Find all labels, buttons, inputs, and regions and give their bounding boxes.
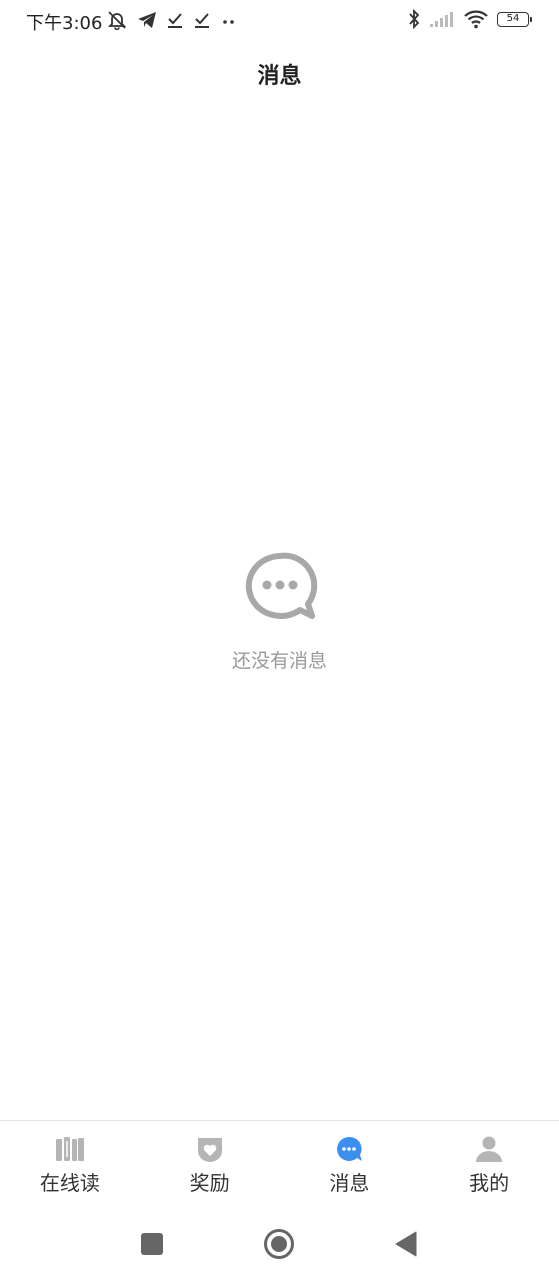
- user-icon: [474, 1135, 504, 1163]
- check-icon: [166, 11, 184, 29]
- bottom-tab-bar: 在线读 奖励 消息 我的: [0, 1120, 559, 1207]
- page-title: 消息: [257, 64, 302, 89]
- mute-bell-icon: [106, 10, 128, 30]
- signal-icon: [429, 10, 455, 28]
- status-notification-icons: [106, 10, 238, 30]
- tab-label: 我的: [469, 1171, 510, 1195]
- tab-rewards[interactable]: 奖励: [140, 1121, 280, 1207]
- books-icon: [55, 1135, 85, 1163]
- header: 消息: [0, 44, 559, 104]
- status-bar: 下午3:06 54: [0, 0, 559, 42]
- status-time: 下午3:06: [26, 13, 103, 34]
- recents-square-icon[interactable]: [134, 1226, 170, 1262]
- bluetooth-icon: [407, 9, 421, 29]
- system-navigation-bar: [0, 1210, 559, 1280]
- more-dots-icon: [220, 11, 238, 29]
- chat-bubble-icon: [240, 550, 320, 626]
- tab-label: 在线读: [39, 1171, 100, 1195]
- wifi-icon: [463, 9, 489, 29]
- tab-label: 奖励: [189, 1171, 230, 1195]
- empty-message-text: 还没有消息: [231, 650, 327, 672]
- tab-label: 消息: [329, 1171, 370, 1195]
- tab-messages[interactable]: 消息: [280, 1121, 420, 1207]
- reward-badge-icon: [195, 1135, 225, 1163]
- tab-mine[interactable]: 我的: [419, 1121, 559, 1207]
- status-system-icons: 54: [407, 9, 532, 29]
- back-triangle-icon[interactable]: [388, 1226, 424, 1262]
- check-icon: [193, 11, 211, 29]
- empty-state: 还没有消息: [0, 550, 559, 673]
- home-circle-icon[interactable]: [261, 1226, 297, 1262]
- telegram-icon: [137, 11, 157, 29]
- message-icon: [334, 1135, 364, 1163]
- battery-icon: 54: [497, 11, 532, 27]
- tab-online-read[interactable]: 在线读: [0, 1121, 140, 1207]
